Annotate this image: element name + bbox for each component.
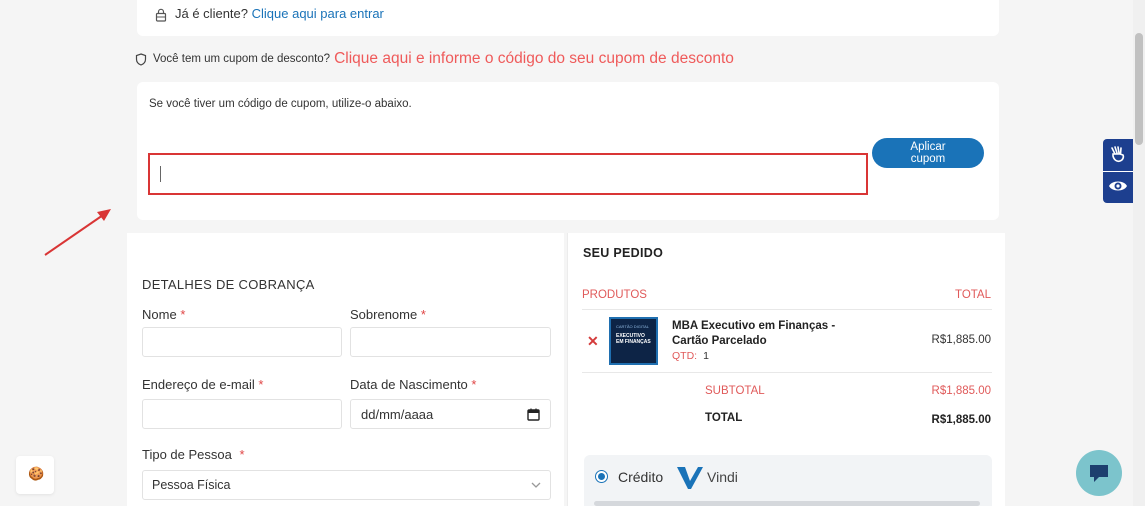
email-field[interactable] <box>142 399 342 429</box>
vindi-logo-icon <box>677 467 703 489</box>
subtotal-value: R$1,885.00 <box>931 385 991 397</box>
coupon-form: Se você tiver um código de cupom, utiliz… <box>137 82 999 220</box>
payment-radio[interactable] <box>595 470 608 483</box>
birth-date-label: Data de Nascimento * <box>350 377 477 392</box>
chat-icon <box>1090 465 1108 482</box>
total-column-header: TOTAL <box>955 289 991 301</box>
chat-button[interactable] <box>1076 450 1122 496</box>
chevron-down-icon <box>531 482 541 488</box>
coupon-question: Você tem um cupom de desconto? <box>153 53 331 65</box>
text-cursor <box>160 166 161 182</box>
person-type-select[interactable]: Pessoa Física <box>142 470 551 500</box>
cookie-icon: 🍪 <box>28 466 45 481</box>
person-type-label: Tipo de Pessoa * <box>142 447 245 462</box>
payment-details-panel <box>594 501 980 506</box>
product-thumbnail: CARTÃO DIGITAL EXECUTIVO EM FINANÇAS <box>609 317 658 365</box>
subtotal-label: SUBTOTAL <box>705 385 765 397</box>
divider <box>582 309 992 310</box>
payment-provider-name: Vindi <box>707 469 738 485</box>
order-title: SEU PEDIDO <box>583 246 664 260</box>
payment-method-label: Crédito <box>618 469 664 485</box>
product-name: MBA Executivo em Finanças - Cartão Parce… <box>672 320 836 347</box>
first-name-field[interactable] <box>142 327 342 357</box>
product-price: R$1,885.00 <box>931 334 991 346</box>
last-name-field[interactable] <box>350 327 551 357</box>
total-label: TOTAL <box>705 412 743 424</box>
coupon-notice: Você tem um cupom de desconto? Clique aq… <box>135 48 734 70</box>
accessibility-widget <box>1103 139 1133 203</box>
last-name-label: Sobrenome * <box>350 307 426 322</box>
products-column-header: PRODUTOS <box>582 289 647 301</box>
coupon-link[interactable]: Clique aqui e informe o código do seu cu… <box>334 50 734 68</box>
email-label: Endereço de e-mail * <box>142 377 264 392</box>
login-question: Já é cliente? <box>175 6 248 21</box>
apply-coupon-button[interactable]: Aplicar cupom <box>872 138 984 168</box>
calendar-icon[interactable] <box>527 408 540 421</box>
payment-method-option[interactable]: Crédito Vindi <box>584 455 992 506</box>
scrollbar-thumb[interactable] <box>1135 33 1143 145</box>
coupon-code-input[interactable] <box>148 153 868 195</box>
total-value: R$1,885.00 <box>931 414 991 426</box>
divider <box>582 372 992 373</box>
shield-icon <box>135 52 147 66</box>
eye-icon[interactable] <box>1108 178 1128 194</box>
first-name-label: Nome * <box>142 307 186 322</box>
annotation-arrow-icon <box>44 209 111 256</box>
sign-language-icon[interactable] <box>1108 145 1128 165</box>
lock-icon <box>155 8 167 22</box>
order-summary: SEU PEDIDO PRODUTOS TOTAL ✕ CARTÃO DIGIT… <box>567 233 1005 506</box>
birth-date-field[interactable]: dd/mm/aaaa <box>350 399 551 429</box>
login-notice: Já é cliente? Clique aqui para entrar <box>137 0 999 36</box>
coupon-hint: Se você tiver um código de cupom, utiliz… <box>149 98 412 110</box>
product-quantity: QTD: 1 <box>672 350 709 362</box>
login-link[interactable]: Clique aqui para entrar <box>252 6 384 21</box>
page-scrollbar[interactable] <box>1133 0 1145 506</box>
cookie-settings-button[interactable]: 🍪 <box>16 456 54 494</box>
billing-details-section: DETALHES DE COBRANÇA Nome * Sobrenome * … <box>127 233 564 506</box>
remove-item-icon[interactable]: ✕ <box>587 333 599 350</box>
billing-title: DETALHES DE COBRANÇA <box>142 277 315 292</box>
